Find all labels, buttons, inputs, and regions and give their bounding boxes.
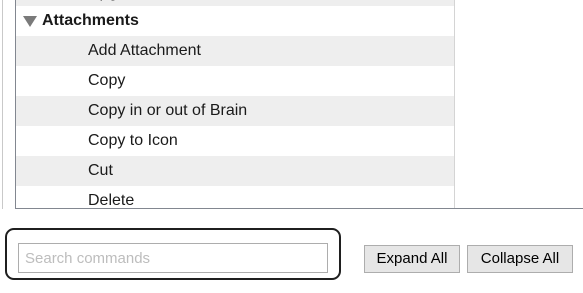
- tree-item-label: Copy to Icon: [88, 132, 178, 149]
- expanded-triangle-icon[interactable]: [23, 16, 37, 27]
- tree-item-label: Add Attachment: [88, 42, 201, 59]
- tree-item-delete[interactable]: Delete: [16, 186, 454, 209]
- tree-group-attachments[interactable]: Attachments: [16, 6, 454, 36]
- column-divider: [454, 0, 455, 208]
- tree-item-copy-to-icon[interactable]: Copy to Icon: [16, 126, 454, 156]
- tree-item-copy-in-or-out-of-brain[interactable]: Copy in or out of Brain: [16, 96, 454, 126]
- tree-item-add-attachment[interactable]: Add Attachment: [16, 36, 454, 66]
- tree-item-label: Cut: [88, 162, 113, 179]
- commands-tree-list[interactable]: Upgrade Services Attachments Add Attachm…: [15, 0, 583, 209]
- collapse-all-button[interactable]: Collapse All: [467, 245, 573, 273]
- expand-all-button[interactable]: Expand All: [364, 245, 460, 273]
- search-commands-input[interactable]: [18, 243, 328, 273]
- tree-group-label: Attachments: [42, 12, 139, 29]
- tree-item-copy[interactable]: Copy: [16, 66, 454, 96]
- tree-item-label: Copy: [88, 72, 126, 89]
- tree-item-label: Copy in or out of Brain: [88, 102, 248, 119]
- tree-item-label: Delete: [88, 192, 135, 209]
- tree-item-cut[interactable]: Cut: [16, 156, 454, 186]
